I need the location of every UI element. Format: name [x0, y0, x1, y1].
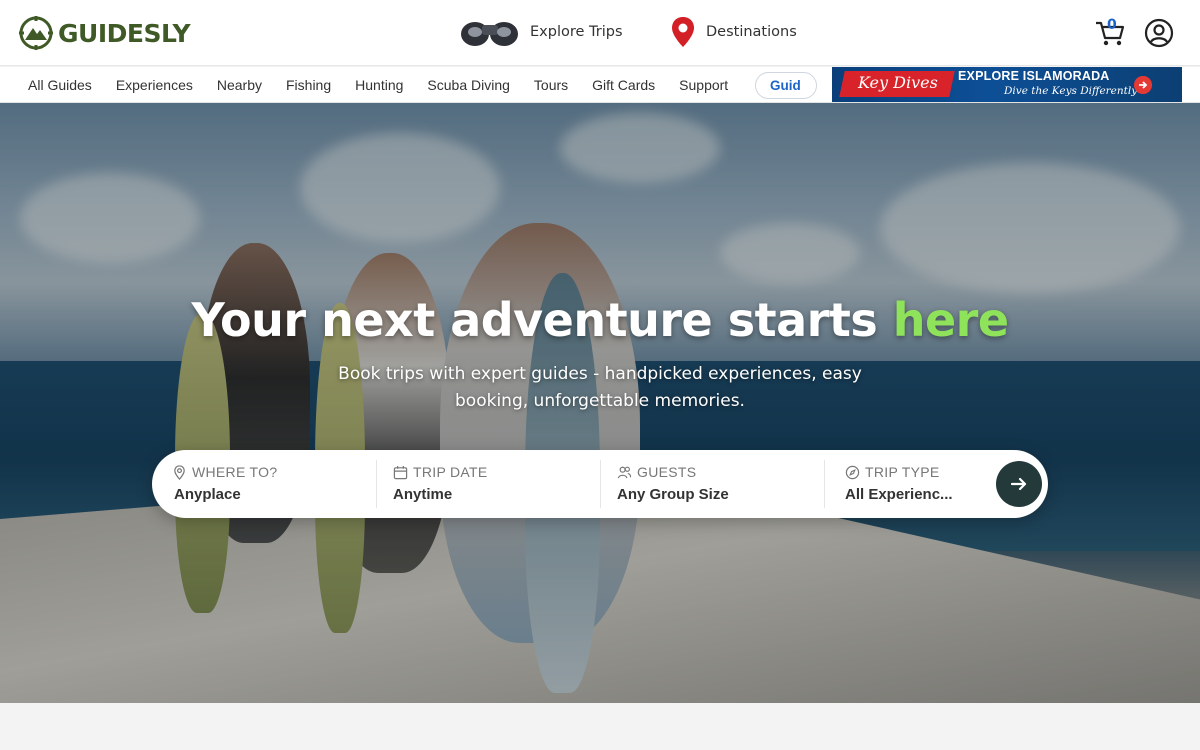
hero-title: Your next adventure starts here [0, 293, 1200, 347]
nav-item-scuba-diving[interactable]: Scuba Diving [415, 77, 522, 93]
nav-item-gift-cards[interactable]: Gift Cards [580, 77, 667, 93]
category-nav: All Guides Experiences Nearby Fishing Hu… [0, 67, 1200, 103]
guests-label: GUESTS [617, 464, 696, 480]
hero-subtitle: Book trips with expert guides - handpick… [338, 364, 862, 411]
banner-brand-text: Key Dives [858, 73, 938, 92]
trip-type-label: TRIP TYPE [845, 464, 940, 480]
destinations-link[interactable]: Destinations [670, 14, 797, 50]
nav-item-hunting[interactable]: Hunting [343, 77, 415, 93]
compass-icon [845, 465, 860, 479]
nav-item-fishing[interactable]: Fishing [274, 77, 343, 93]
guests-value: Any Group Size [617, 486, 729, 503]
trip-date-field[interactable]: TRIP DATE Anytime [376, 460, 600, 508]
search-submit-button[interactable] [996, 461, 1042, 507]
trip-type-value: All Experienc... [845, 486, 953, 503]
map-pin-icon [672, 17, 694, 47]
logo-mountain-icon [19, 16, 53, 50]
calendar-icon [393, 465, 408, 479]
location-icon [174, 464, 185, 480]
where-value: Anyplace [174, 486, 241, 503]
hero-section: Your next adventure starts here Book tri… [0, 103, 1200, 703]
guide-signup-pill[interactable]: Guid [755, 72, 817, 99]
hero-title-main: Your next adventure starts [191, 293, 893, 347]
banner-title: EXPLORE ISLAMORADA [958, 69, 1110, 83]
trip-type-label-text: TRIP TYPE [865, 464, 940, 480]
destinations-label: Destinations [706, 24, 797, 40]
where-label-text: WHERE TO? [192, 464, 278, 480]
where-label: WHERE TO? [172, 464, 277, 480]
trip-date-value: Anytime [393, 486, 453, 503]
guests-label-text: GUESTS [637, 464, 697, 480]
arrow-right-icon [1010, 477, 1027, 491]
page-content-area [0, 703, 1200, 750]
user-account-icon[interactable] [1144, 18, 1174, 48]
banner-arrow-icon [1134, 76, 1152, 94]
trip-search-bar: WHERE TO? Anyplace TRIP DATE Anytime GUE… [152, 450, 1048, 518]
trip-date-label-text: TRIP DATE [413, 464, 488, 480]
nav-items: All Guides Experiences Nearby Fishing Hu… [16, 67, 740, 103]
logo-wordmark: GUIDESLY [58, 18, 191, 48]
explore-trips-link[interactable]: Explore Trips [460, 14, 623, 50]
guests-icon [617, 466, 632, 478]
guests-field[interactable]: GUESTS Any Group Size [600, 460, 824, 508]
banner-subtitle: Dive the Keys Differently [1004, 85, 1138, 97]
trip-type-field[interactable]: TRIP TYPE All Experienc... [824, 460, 984, 508]
nav-item-nearby[interactable]: Nearby [205, 77, 274, 93]
nav-item-all-guides[interactable]: All Guides [16, 77, 104, 93]
logo[interactable]: GUIDESLY [18, 15, 191, 51]
trip-date-label: TRIP DATE [393, 464, 488, 480]
hero-title-accent: here [892, 293, 1009, 347]
nav-item-experiences[interactable]: Experiences [104, 77, 205, 93]
binoculars-icon [461, 22, 518, 46]
nav-item-support[interactable]: Support [667, 77, 740, 93]
explore-trips-label: Explore Trips [530, 24, 623, 40]
where-field[interactable]: WHERE TO? Anyplace [172, 460, 376, 508]
cart-count-badge: 0 [1107, 17, 1117, 33]
site-header: GUIDESLY Explore Trips Destinations 0 [0, 0, 1200, 66]
nav-item-tours[interactable]: Tours [522, 77, 580, 93]
ad-banner[interactable]: Key Dives EXPLORE ISLAMORADA Dive the Ke… [832, 67, 1182, 102]
